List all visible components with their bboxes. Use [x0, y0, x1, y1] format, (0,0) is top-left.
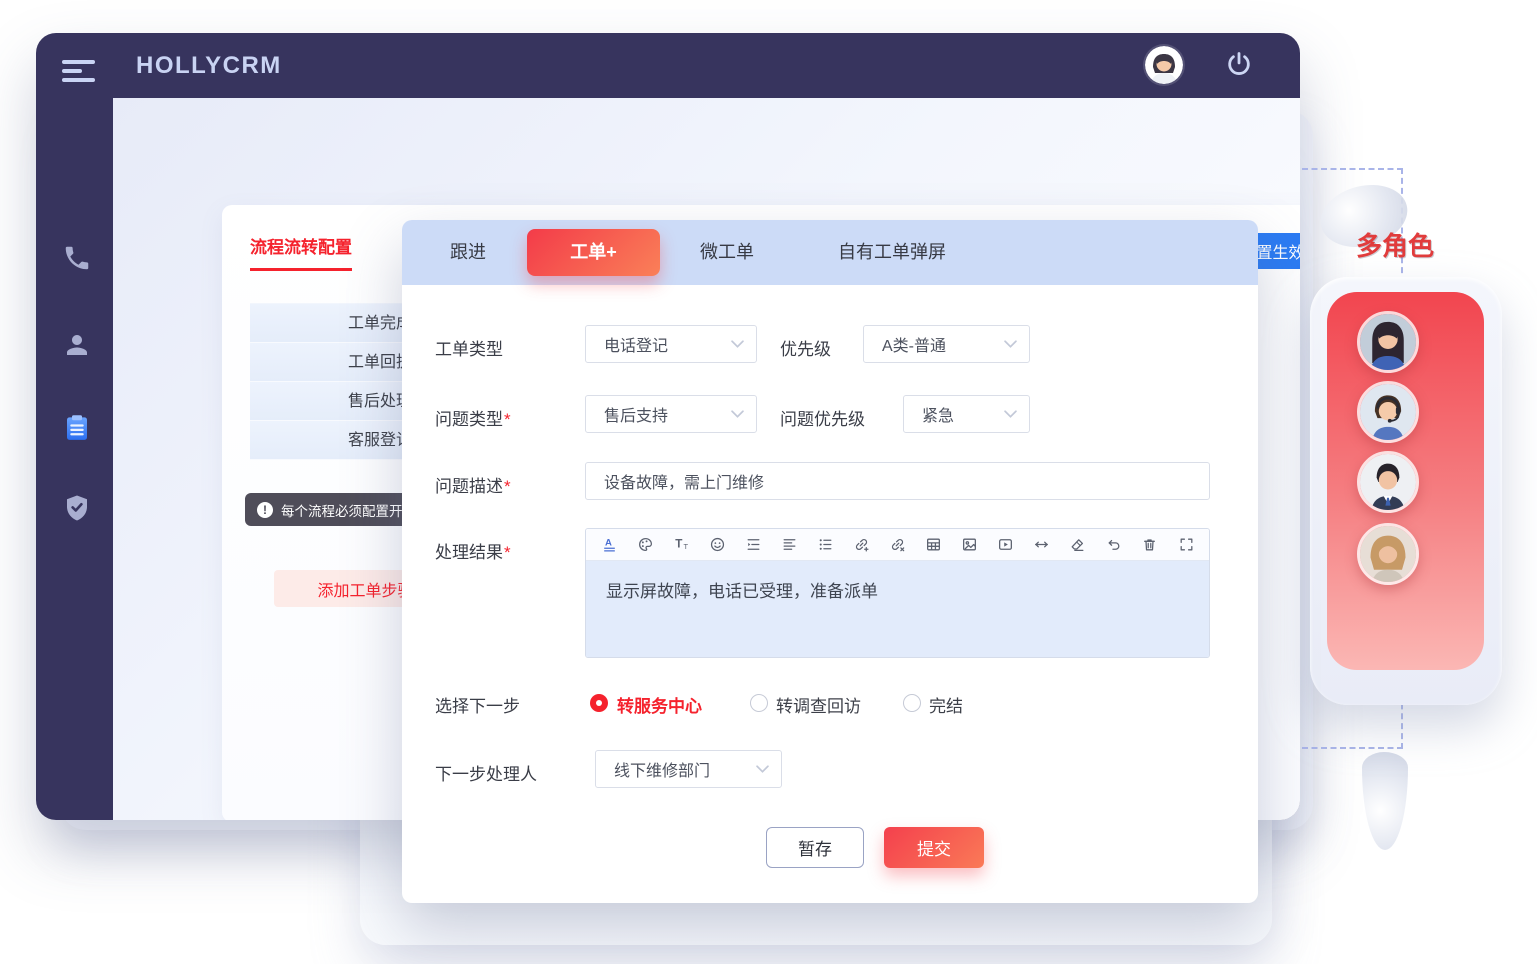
fullscreen-icon[interactable] [1177, 536, 1195, 554]
issue-desc-input[interactable]: 设备故障，需上门维修 [585, 462, 1210, 500]
radio-finish[interactable] [903, 694, 921, 712]
submit-button[interactable]: 提交 [884, 827, 984, 868]
next-handler-select[interactable]: 线下维修部门 [595, 750, 782, 788]
brand-logo: HOLLYCRM [136, 52, 282, 80]
modal-tab-ticket-active[interactable]: 工单+ [527, 229, 660, 276]
shield-check-icon[interactable] [62, 493, 92, 523]
screen: HOLLYCRM [0, 0, 1537, 964]
next-step-label: 选择下一步 [435, 692, 520, 717]
agent-headset[interactable] [1357, 381, 1419, 443]
multi-role-caption: 多角色 [1356, 226, 1434, 263]
next-handler-label: 下一步处理人 [435, 760, 537, 785]
bullet-list-icon[interactable] [816, 536, 834, 554]
issue-type-label: 问题类型* [435, 405, 511, 430]
decor-drop [1362, 752, 1408, 850]
table-icon[interactable] [925, 536, 943, 554]
user-avatar[interactable] [1145, 46, 1183, 84]
worklist-icon[interactable] [62, 413, 92, 443]
indent-icon[interactable] [744, 536, 762, 554]
delete-icon[interactable] [1141, 536, 1159, 554]
video-icon[interactable] [997, 536, 1015, 554]
emoji-icon[interactable] [708, 536, 726, 554]
modal-tabbar: 跟进 工单+ 微工单 自有工单弹屏 [402, 220, 1258, 285]
info-icon: ! [257, 502, 273, 518]
ticket-modal: 跟进 工单+ 微工单 自有工单弹屏 工单类型 电话登记 优先级 A类-普通 问题… [402, 220, 1258, 903]
radio-survey-callback[interactable] [750, 694, 768, 712]
radio-survey-callback-label[interactable]: 转调查回访 [776, 692, 861, 717]
agent-male-suit[interactable] [1357, 451, 1419, 513]
priority-label: 优先级 [780, 335, 831, 360]
radio-finish-label[interactable]: 完结 [929, 692, 963, 717]
ticket-type-label: 工单类型 [435, 335, 503, 360]
result-label: 处理结果* [435, 538, 511, 563]
avatar-image [1145, 46, 1183, 84]
phone-icon[interactable] [62, 243, 92, 273]
multi-role-card [1310, 277, 1502, 705]
chevron-down-icon [756, 765, 769, 773]
link-add-icon[interactable] [852, 536, 870, 554]
chevron-down-icon [1004, 340, 1017, 348]
svg-text:T: T [675, 538, 682, 551]
issue-desc-label: 问题描述* [435, 472, 511, 497]
svg-text:T: T [683, 542, 688, 551]
save-draft-button[interactable]: 暂存 [766, 827, 864, 868]
chevron-down-icon [731, 340, 744, 348]
divider-icon[interactable] [1033, 536, 1051, 554]
chevron-down-icon [731, 410, 744, 418]
power-icon[interactable] [1225, 50, 1253, 78]
image-icon[interactable] [961, 536, 979, 554]
dashed-line-top [1302, 168, 1403, 170]
agent-female-long-hair[interactable] [1357, 311, 1419, 373]
radio-service-center-label[interactable]: 转服务中心 [617, 692, 702, 717]
menu-icon[interactable] [62, 60, 95, 82]
result-editor: A TT 显示屏故障，电话已受理，准备派单 [585, 528, 1210, 658]
result-editor-content[interactable]: 显示屏故障，电话已受理，准备派单 [586, 561, 1209, 657]
modal-tab-follow[interactable]: 跟进 [450, 220, 486, 285]
svg-text:A: A [604, 538, 611, 549]
link-remove-icon[interactable] [889, 536, 907, 554]
issue-priority-label: 问题优先级 [780, 405, 865, 430]
ticket-type-select[interactable]: 电话登记 [585, 325, 757, 363]
issue-type-select[interactable]: 售后支持 [585, 395, 757, 433]
tab-flow-config[interactable]: 流程流转配置 [250, 233, 352, 271]
agent-female-blonde[interactable] [1357, 523, 1419, 585]
text-size-icon[interactable]: TT [672, 536, 690, 554]
radio-service-center[interactable] [590, 694, 608, 712]
align-left-icon[interactable] [780, 536, 798, 554]
font-underline-icon[interactable]: A [600, 536, 618, 554]
eraser-icon[interactable] [1069, 536, 1087, 554]
chevron-down-icon [1004, 410, 1017, 418]
modal-tab-micro-ticket[interactable]: 微工单 [700, 220, 754, 285]
undo-icon[interactable] [1105, 536, 1123, 554]
modal-tab-popup-ticket[interactable]: 自有工单弹屏 [838, 220, 946, 285]
priority-select[interactable]: A类-普通 [863, 325, 1030, 363]
palette-icon[interactable] [636, 536, 654, 554]
user-icon[interactable] [62, 330, 92, 360]
dashed-line-bottom [1302, 747, 1403, 749]
issue-priority-select[interactable]: 紧急 [903, 395, 1030, 433]
editor-toolbar: A TT [586, 529, 1209, 561]
